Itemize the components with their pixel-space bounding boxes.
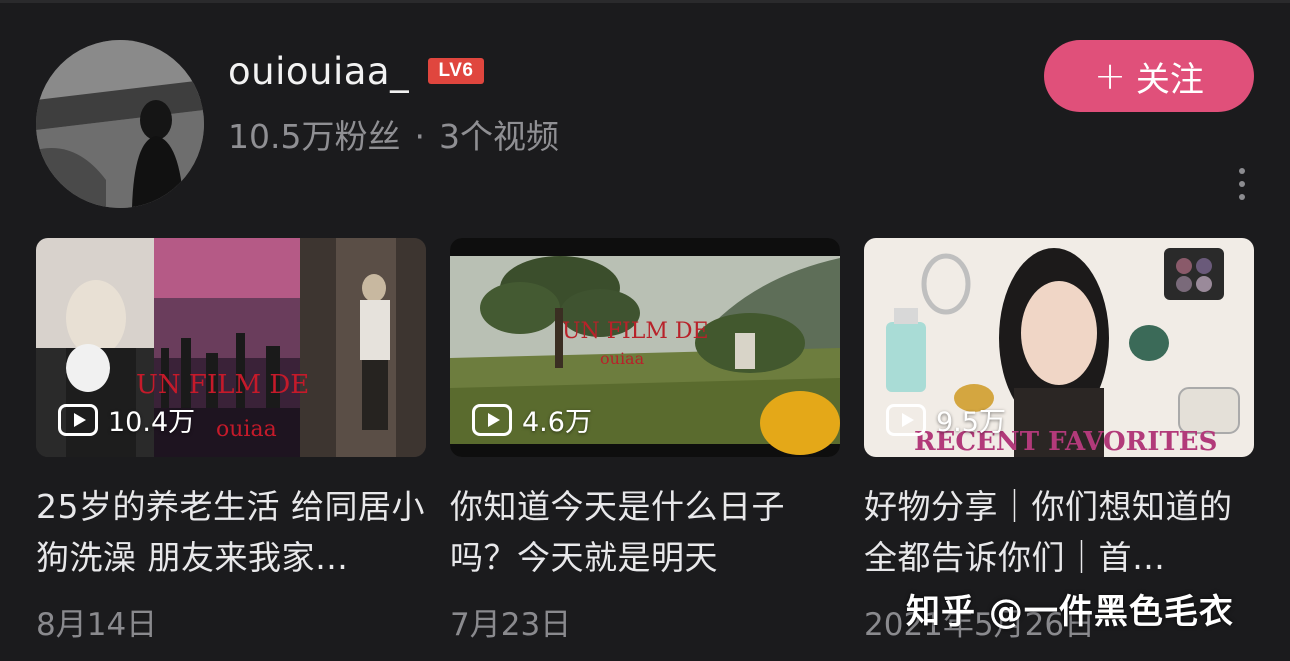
view-count-text: 9.5万: [936, 407, 1006, 438]
view-count: 10.4万: [58, 400, 195, 439]
thumbnail-overlay-sub: ouiaa: [600, 349, 645, 368]
channel-stats: 10.5万粉丝 · 3个视频: [228, 110, 559, 158]
more-dot: [1239, 168, 1245, 174]
stats-separator: ·: [414, 117, 425, 156]
level-badge: LV6: [428, 58, 484, 84]
video-card-1[interactable]: UN FILM DE ouiaa 10.4万 25岁的养老生活 给同居小狗洗澡 …: [36, 238, 426, 644]
video-title[interactable]: 25岁的养老生活 给同居小狗洗澡 朋友来我家…: [36, 481, 426, 583]
plus-icon: +: [1094, 54, 1126, 98]
follower-count: 10.5万粉丝: [228, 117, 401, 156]
video-thumbnail-1[interactable]: UN FILM DE ouiaa 10.4万: [36, 238, 426, 457]
play-icon: [472, 403, 512, 436]
video-thumbnail-2[interactable]: UN FILM DE ouiaa 4.6万: [450, 238, 840, 457]
follow-button[interactable]: + 关注: [1044, 40, 1254, 112]
thumbnail-overlay-text: UN FILM DE: [562, 319, 709, 344]
video-thumbnail-3[interactable]: RECENT FAVORITES 9.5万: [864, 238, 1254, 457]
top-divider: [0, 0, 1290, 3]
view-count: 4.6万: [472, 400, 592, 439]
more-vertical-icon[interactable]: [1228, 164, 1256, 204]
play-icon: [58, 403, 98, 436]
video-date: 7月23日: [450, 607, 572, 643]
video-title[interactable]: 好物分享｜你们想知道的 全都告诉你们｜首…: [864, 481, 1254, 583]
watermark: 知乎 @一件黑色毛衣: [906, 592, 1234, 632]
view-count: 9.5万: [886, 400, 1006, 439]
follow-label: 关注: [1135, 59, 1204, 100]
video-title[interactable]: 你知道今天是什么日子吗？今天就是明天: [450, 481, 840, 583]
play-icon: [886, 403, 926, 436]
more-dot: [1239, 194, 1245, 200]
more-dot: [1239, 181, 1245, 187]
avatar-image: [36, 40, 204, 208]
username[interactable]: ouiouiaa_: [228, 50, 409, 93]
thumbnail-overlay-text: UN FILM DE: [136, 370, 309, 400]
video-count: 3个视频: [438, 117, 559, 156]
video-date: 8月14日: [36, 607, 158, 643]
view-count-text: 4.6万: [522, 407, 592, 438]
video-card-2[interactable]: UN FILM DE ouiaa 4.6万 你知道今天是什么日子吗？今天就是明天…: [450, 238, 840, 644]
avatar[interactable]: [36, 40, 204, 208]
view-count-text: 10.4万: [108, 407, 196, 438]
thumbnail-overlay-sub: ouiaa: [216, 417, 277, 442]
